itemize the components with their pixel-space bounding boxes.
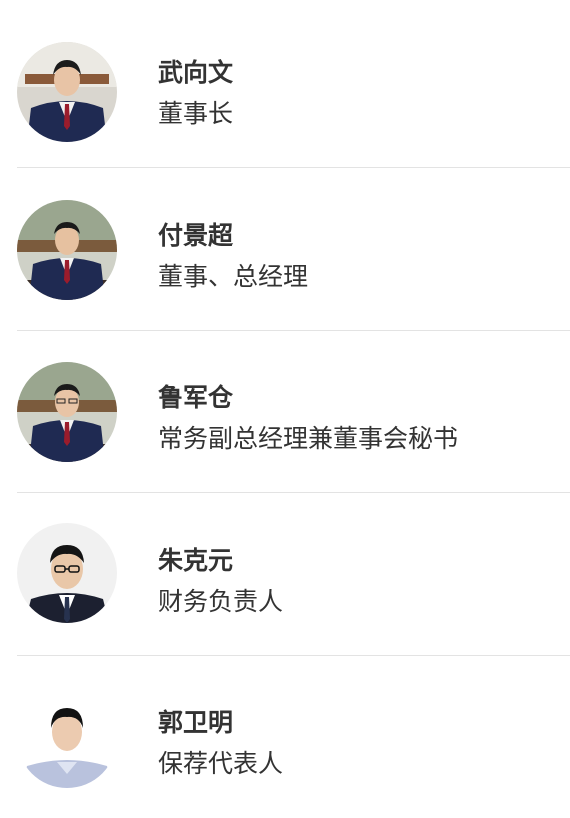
person-title: 财务负责人 bbox=[158, 587, 284, 616]
avatar-photo-icon bbox=[17, 688, 117, 788]
list-item[interactable]: 武向文 董事长 bbox=[17, 5, 570, 168]
person-title: 保荐代表人 bbox=[158, 749, 284, 778]
list-item[interactable]: 付景超 董事、总经理 bbox=[17, 168, 570, 331]
person-title: 董事、总经理 bbox=[158, 262, 309, 291]
avatar-photo-icon bbox=[17, 362, 117, 462]
list-item[interactable]: 朱克元 财务负责人 bbox=[17, 493, 570, 656]
person-name: 鲁军仓 bbox=[158, 383, 234, 412]
person-name: 朱克元 bbox=[158, 546, 234, 575]
person-title: 董事长 bbox=[158, 99, 234, 128]
executive-list: 武向文 董事长 付景超 董事、总经理 鲁军仓 常务副总经理兼董事会秘书 朱克元 … bbox=[0, 0, 570, 810]
person-name: 郭卫明 bbox=[158, 708, 234, 737]
avatar-photo-icon bbox=[17, 42, 117, 142]
person-title: 常务副总经理兼董事会秘书 bbox=[158, 424, 459, 453]
person-name: 付景超 bbox=[158, 221, 234, 250]
list-item[interactable]: 郭卫明 保荐代表人 bbox=[17, 655, 570, 818]
avatar-photo-icon bbox=[17, 200, 117, 300]
avatar-photo-icon bbox=[17, 523, 117, 623]
person-name: 武向文 bbox=[158, 58, 234, 87]
list-item[interactable]: 鲁军仓 常务副总经理兼董事会秘书 bbox=[17, 330, 570, 493]
